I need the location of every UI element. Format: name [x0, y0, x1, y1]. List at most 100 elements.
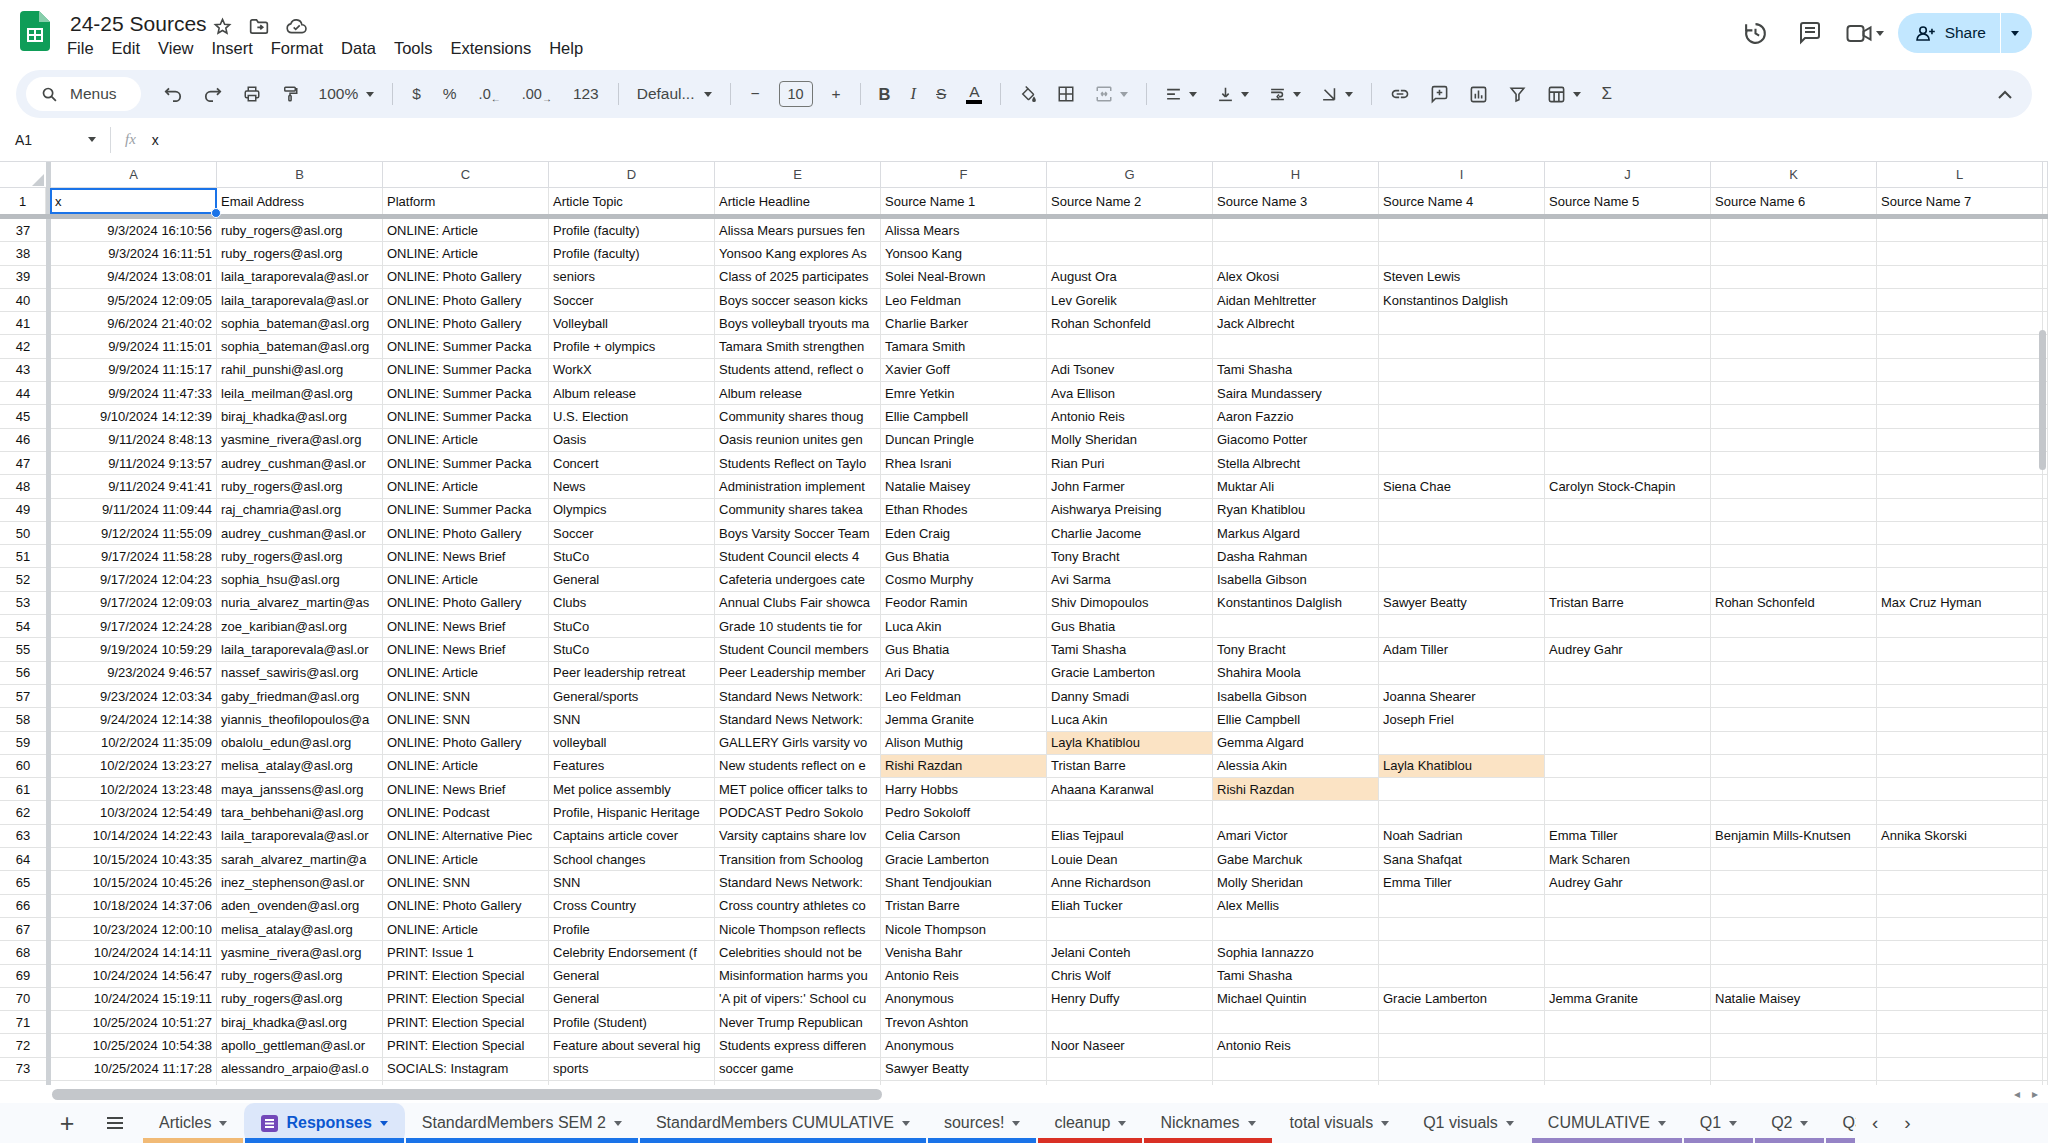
cell-r46-c0[interactable]: 9/11/2024 8:48:13: [51, 429, 217, 452]
cell-r62-c9[interactable]: [1545, 801, 1711, 824]
cell-r40-c8[interactable]: Konstantinos Dalglish: [1379, 289, 1545, 312]
cell-r59-c6[interactable]: Layla Khatiblou: [1047, 732, 1213, 755]
cell-r56-c4[interactable]: Peer Leadership member: [715, 662, 881, 685]
cell-r48-c6[interactable]: John Farmer: [1047, 475, 1213, 498]
cell-r54-c5[interactable]: Luca Akin: [881, 615, 1047, 638]
cell-r41-c2[interactable]: ONLINE: Photo Gallery: [383, 312, 549, 335]
cell-r53-c3[interactable]: Clubs: [549, 592, 715, 615]
cell-r50-c8[interactable]: [1379, 522, 1545, 545]
cell-r42-c4[interactable]: Tamara Smith strengthen: [715, 335, 881, 358]
cell-r54-c8[interactable]: [1379, 615, 1545, 638]
cell-r67-c7[interactable]: [1213, 918, 1379, 941]
cell-r63-c4[interactable]: Varsity captains share lov: [715, 825, 881, 848]
cell-r45-c9[interactable]: [1545, 405, 1711, 428]
cell-r56-c10[interactable]: [1711, 662, 1877, 685]
cell-r1-c8[interactable]: Source Name 4: [1379, 188, 1545, 214]
cell-r66-c6[interactable]: Eliah Tucker: [1047, 895, 1213, 918]
cell-r44-c2[interactable]: ONLINE: Summer Packa: [383, 382, 549, 405]
row-header-62[interactable]: 62: [0, 801, 46, 824]
cell-r44-c8[interactable]: [1379, 382, 1545, 405]
cell-r59-c2[interactable]: ONLINE: Photo Gallery: [383, 732, 549, 755]
sheets-logo-icon[interactable]: [20, 11, 50, 51]
cell-r58-c3[interactable]: SNN: [549, 708, 715, 731]
row-header-40[interactable]: 40: [0, 289, 46, 312]
cell-r68-c9[interactable]: [1545, 941, 1711, 964]
cell-r61-c0[interactable]: 10/2/2024 13:23:48: [51, 778, 217, 801]
cell-r54-c6[interactable]: Gus Bhatia: [1047, 615, 1213, 638]
cell-r41-c11[interactable]: [1877, 312, 2043, 335]
cell-r69-c2[interactable]: PRINT: Election Special: [383, 965, 549, 988]
cell-r52-c1[interactable]: sophia_hsu@asl.org: [217, 568, 383, 591]
cell-r72-c1[interactable]: apollo_gettleman@asl.or: [217, 1034, 383, 1057]
cell-r49-c9[interactable]: [1545, 499, 1711, 522]
cell-r65-c7[interactable]: Molly Sheridan: [1213, 871, 1379, 894]
column-header-G[interactable]: G: [1047, 161, 1213, 188]
cell-r62-c1[interactable]: tara_behbehani@asl.org: [217, 801, 383, 824]
cell-r53-c8[interactable]: Sawyer Beatty: [1379, 592, 1545, 615]
cell-sliver[interactable]: [2043, 475, 2048, 498]
sheet-tab-q1[interactable]: Q1: [1683, 1103, 1754, 1143]
cell-r69-c8[interactable]: [1379, 965, 1545, 988]
cloud-status-icon[interactable]: [286, 19, 307, 35]
cell-r42-c2[interactable]: ONLINE: Summer Packa: [383, 335, 549, 358]
cell-r72-c4[interactable]: Students express differen: [715, 1034, 881, 1057]
cell-r52-c11[interactable]: [1877, 568, 2043, 591]
cell-r41-c10[interactable]: [1711, 312, 1877, 335]
cell-sliver[interactable]: [2043, 825, 2048, 848]
cell-r38-c8[interactable]: [1379, 242, 1545, 265]
cell-r61-c2[interactable]: ONLINE: News Brief: [383, 778, 549, 801]
cell-r68-c11[interactable]: [1877, 941, 2043, 964]
format-currency-button[interactable]: $: [401, 77, 432, 111]
cell-r49-c3[interactable]: Olympics: [549, 499, 715, 522]
cell-r69-c7[interactable]: Tami Shasha: [1213, 965, 1379, 988]
cell-r57-c10[interactable]: [1711, 685, 1877, 708]
cell-r64-c6[interactable]: Louie Dean: [1047, 848, 1213, 871]
select-all-corner[interactable]: [32, 174, 44, 186]
grid-table[interactable]: ABCDEFGHIJKL1xEmail AddressPlatformArtic…: [0, 161, 2048, 1085]
cell-r59-c4[interactable]: GALLERY Girls varsity vo: [715, 732, 881, 755]
cell-r45-c1[interactable]: biraj_khadka@asl.org: [217, 405, 383, 428]
cell-r58-c0[interactable]: 9/24/2024 12:14:38: [51, 708, 217, 731]
cell-r38-c6[interactable]: [1047, 242, 1213, 265]
row-header-69[interactable]: 69: [0, 965, 46, 988]
column-header-D[interactable]: D: [549, 161, 715, 188]
cell-r68-c6[interactable]: Jelani Conteh: [1047, 941, 1213, 964]
cell-r70-c0[interactable]: 10/24/2024 15:19:11: [51, 988, 217, 1011]
cell-r65-c5[interactable]: Shant Tendjoukian: [881, 871, 1047, 894]
cell-r51-c0[interactable]: 9/17/2024 11:58:28: [51, 545, 217, 568]
cell-r68-c1[interactable]: yasmine_rivera@asl.org: [217, 941, 383, 964]
cell-r47-c9[interactable]: [1545, 452, 1711, 475]
cell-r69-c6[interactable]: Chris Wolf: [1047, 965, 1213, 988]
cell-sliver[interactable]: [2043, 801, 2048, 824]
cell-r37-c4[interactable]: Alissa Mears pursues fen: [715, 219, 881, 242]
undo-button[interactable]: [153, 77, 193, 111]
cell-r38-c5[interactable]: Yonsoo Kang: [881, 242, 1047, 265]
menu-extensions[interactable]: Extensions: [441, 38, 540, 59]
merge-cells-button[interactable]: [1085, 77, 1138, 111]
bold-button[interactable]: B: [869, 77, 901, 111]
cell-r70-c4[interactable]: 'A pit of vipers:' School cu: [715, 988, 881, 1011]
cell-r59-c3[interactable]: volleyball: [549, 732, 715, 755]
cell-r54-c0[interactable]: 9/17/2024 12:24:28: [51, 615, 217, 638]
cell-r73-c1[interactable]: alessandro_arpaio@asl.o: [217, 1058, 383, 1081]
cell-r38-c10[interactable]: [1711, 242, 1877, 265]
horizontal-scrollbar-thumb[interactable]: [52, 1089, 882, 1100]
cell-r52-c8[interactable]: [1379, 568, 1545, 591]
cell-r71-c10[interactable]: [1711, 1011, 1877, 1034]
cell-sliver[interactable]: [2043, 685, 2048, 708]
cell-r63-c5[interactable]: Celia Carson: [881, 825, 1047, 848]
meet-dropdown-icon[interactable]: [1876, 31, 1884, 36]
insert-comment-button[interactable]: [1420, 77, 1459, 111]
cell-r70-c6[interactable]: Henry Duffy: [1047, 988, 1213, 1011]
cell-r46-c6[interactable]: Molly Sheridan: [1047, 429, 1213, 452]
cell-r37-c0[interactable]: 9/3/2024 16:10:56: [51, 219, 217, 242]
cell-r69-c11[interactable]: [1877, 965, 2043, 988]
cell-r43-c0[interactable]: 9/9/2024 11:15:17: [51, 359, 217, 382]
cell-r62-c5[interactable]: Pedro Sokoloff: [881, 801, 1047, 824]
cell-r65-c6[interactable]: Anne Richardson: [1047, 871, 1213, 894]
more-formats-button[interactable]: 123: [562, 77, 610, 111]
vertical-align-button[interactable]: [1207, 77, 1259, 111]
cell-r63-c11[interactable]: Annika Skorski: [1877, 825, 2043, 848]
row-header-59[interactable]: 59: [0, 732, 46, 755]
menu-file[interactable]: File: [58, 38, 103, 59]
